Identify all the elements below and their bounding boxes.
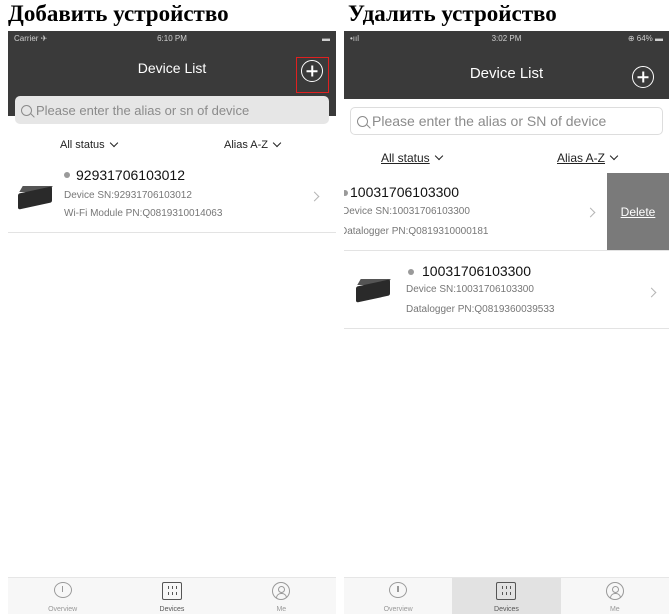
status-filter[interactable]: All status <box>60 138 118 151</box>
phone-screen-delete: •ııl 3:02 PM ⊕ 64% ▬ Device List Please … <box>344 31 669 614</box>
sort-filter-label: Alias A-Z <box>224 139 269 151</box>
user-icon <box>605 582 624 600</box>
tab-me-label: Me <box>609 606 620 613</box>
device-alias: 92931706103012 <box>76 167 186 183</box>
gauge-icon <box>389 582 408 598</box>
sort-filter[interactable]: Alias A-Z <box>557 151 619 165</box>
gauge-icon <box>53 582 72 598</box>
caption-delete-device: Удалить устройство <box>348 1 557 26</box>
device-list: 92931706103012 Device SN:92931706103012 … <box>8 160 336 233</box>
search-placeholder: Please enter the alias or sn of device <box>36 102 250 118</box>
user-icon <box>272 582 291 600</box>
clock: 6:10 PM <box>157 34 187 43</box>
page-title: Device List <box>137 60 207 76</box>
tab-me[interactable]: Me <box>561 578 669 614</box>
device-alias: 10031706103300 <box>422 263 532 279</box>
device-sn: Device SN:10031706103300 <box>406 284 534 295</box>
page-title: Device List <box>469 65 544 82</box>
status-bar: •ııl 3:02 PM ⊕ 64% ▬ <box>344 31 669 46</box>
add-device-button[interactable] <box>632 66 654 88</box>
device-sn: Device SN:92931706103012 <box>64 190 192 201</box>
module-pn: Wi-Fi Module PN:Q0819310014063 <box>64 208 223 219</box>
phone-screen-add: Carrier ✈ 6:10 PM ▬ Device List Please e… <box>8 31 336 614</box>
caption-add-device: Добавить устройство <box>8 1 229 26</box>
tab-overview[interactable]: Overview <box>344 578 452 614</box>
status-dot <box>408 269 414 275</box>
delete-button[interactable]: Delete <box>607 173 669 250</box>
device-row[interactable]: 92931706103012 Device SN:92931706103012 … <box>8 160 336 233</box>
device-alias: 10031706103300 <box>350 184 460 200</box>
module-pn: Datalogger PN:Q0819360039533 <box>406 304 555 315</box>
device-icon <box>496 582 517 600</box>
chevron-right-icon <box>585 207 596 218</box>
search-row: Please enter the alias or sn of device <box>8 96 336 125</box>
status-bar: Carrier ✈ 6:10 PM ▬ <box>8 31 336 46</box>
tab-devices[interactable]: Devices <box>452 578 561 614</box>
header-bar: •ııl 3:02 PM ⊕ 64% ▬ Device List <box>344 31 669 99</box>
tab-me[interactable]: Me <box>227 578 336 614</box>
search-icon <box>21 104 32 116</box>
tab-bar: Overview Devices Me <box>344 577 669 614</box>
chevron-down-icon <box>109 138 118 148</box>
tab-overview[interactable]: Overview <box>8 578 117 614</box>
sort-filter-label: Alias A-Z <box>557 151 606 165</box>
tab-devices-label: Devices <box>159 606 185 613</box>
device-icon <box>161 582 182 600</box>
status-filter-label: All status <box>381 151 430 165</box>
status-dot <box>64 172 70 178</box>
tab-bar: Overview Devices Me <box>8 577 336 614</box>
sort-filter[interactable]: Alias A-Z <box>224 138 282 151</box>
device-sn: Device SN:10031706103300 <box>344 206 470 217</box>
chevron-right-icon <box>309 191 320 202</box>
status-dot <box>344 190 348 196</box>
device-thumbnail <box>354 277 394 303</box>
filter-row: All status Alias A-Z <box>344 144 669 172</box>
tab-devices-label: Devices <box>494 606 519 613</box>
status-filter[interactable]: All status <box>381 151 443 165</box>
device-row-swiped[interactable]: 10031706103300 Device SN:10031706103300 … <box>344 173 669 251</box>
module-pn: Datalogger PN:Q0819310000181 <box>344 226 489 237</box>
chevron-down-icon <box>272 138 282 148</box>
tab-me-label: Me <box>276 606 287 613</box>
device-thumbnail <box>16 184 56 210</box>
search-placeholder: Please enter the alias or SN of device <box>372 113 607 129</box>
tab-overview-label: Overview <box>383 606 413 613</box>
header-bar: Carrier ✈ 6:10 PM ▬ Device List Please e… <box>8 31 336 124</box>
clock: 3:02 PM <box>491 34 522 43</box>
device-list: 10031706103300 Device SN:10031706103300 … <box>344 173 669 329</box>
tab-devices[interactable]: Devices <box>117 578 226 614</box>
chevron-down-icon <box>434 151 443 161</box>
chevron-right-icon <box>646 287 657 298</box>
filter-row: All status Alias A-Z <box>8 132 336 160</box>
search-input[interactable]: Please enter the alias or sn of device <box>15 96 329 124</box>
search-icon <box>357 115 368 127</box>
device-row[interactable]: 10031706103300 Device SN:10031706103300 … <box>344 251 669 329</box>
search-input[interactable]: Please enter the alias or SN of device <box>350 107 663 135</box>
battery-icon: ▬ <box>322 34 330 43</box>
search-row: Please enter the alias or SN of device <box>344 107 669 139</box>
status-filter-label: All status <box>60 139 105 151</box>
chevron-down-icon <box>609 151 619 161</box>
tab-overview-label: Overview <box>48 606 78 613</box>
add-button-highlight <box>296 57 329 93</box>
battery-icon: ⊕ 64% ▬ <box>627 34 663 43</box>
